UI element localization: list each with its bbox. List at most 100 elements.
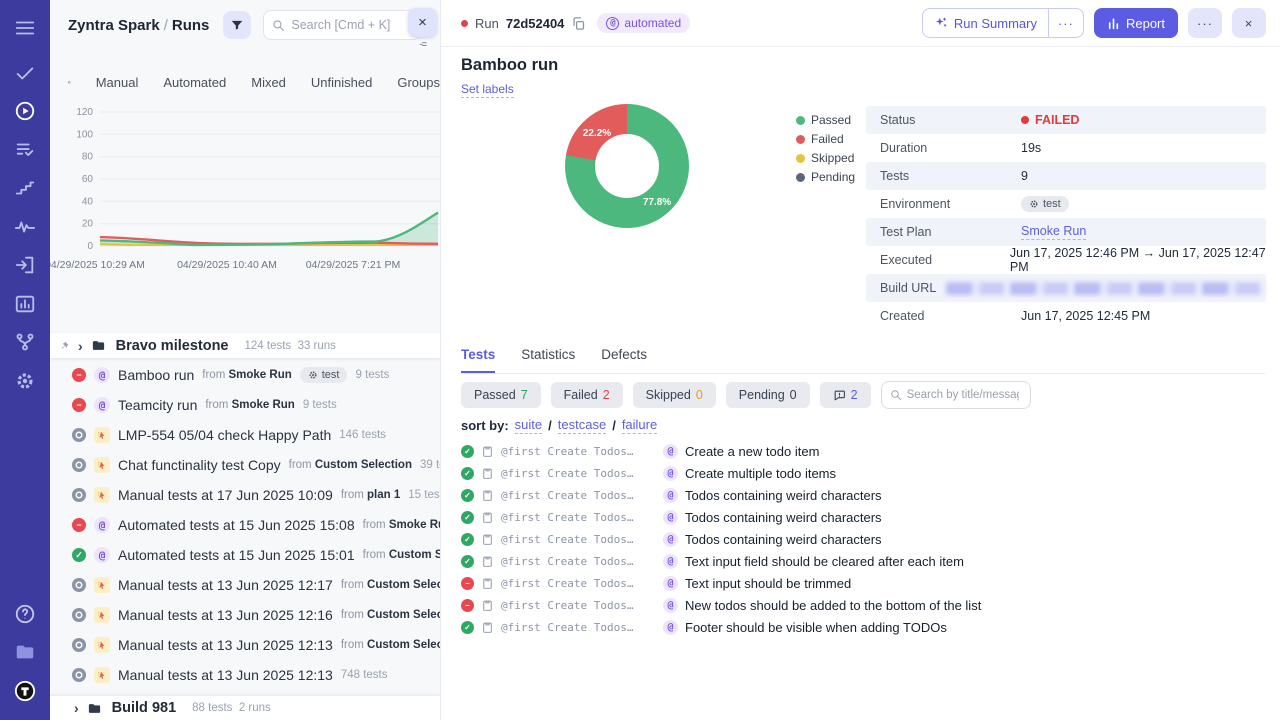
run-title[interactable]: Automated tests at 15 Jun 2025 15:01 [118, 547, 355, 563]
breadcrumb[interactable]: Zyntra Spark/Runs [68, 17, 209, 34]
filter-button[interactable] [223, 11, 251, 39]
milestone-row-bravo[interactable]: › Bravo milestone 124 tests 33 runs [50, 333, 440, 358]
sort-by-testcase-link[interactable]: testcase [558, 417, 606, 434]
runs-search[interactable] [263, 10, 421, 40]
analytics-icon[interactable] [14, 293, 36, 315]
test-row[interactable]: ✓ @first Create Todos… @ Todos containin… [461, 484, 1270, 506]
chevron-right-icon[interactable]: › [74, 700, 79, 716]
run-row[interactable]: LMP-554 05/04 check Happy Path 146 tests [50, 420, 440, 450]
tab-mixed[interactable]: Mixed [251, 75, 286, 90]
tab-manual[interactable]: Manual [96, 75, 139, 90]
run-row[interactable]: Manual tests at 13 Jun 2025 12:17 from C… [50, 570, 440, 600]
run-title[interactable]: Manual tests at 13 Jun 2025 12:17 [118, 577, 333, 593]
suite-path[interactable]: @first Create Todos… [501, 489, 656, 502]
test-title[interactable]: Create multiple todo items [685, 466, 836, 481]
select-all-icon[interactable] [68, 74, 71, 91]
run-title[interactable]: Manual tests at 13 Jun 2025 12:16 [118, 607, 333, 623]
breadcrumb-section[interactable]: Runs [172, 17, 210, 34]
filter-failed-chip[interactable]: Failed2 [551, 382, 623, 408]
pulse-icon[interactable] [14, 216, 36, 238]
import-icon[interactable] [14, 254, 36, 276]
test-row[interactable]: ✓ @first Create Todos… @ Create a new to… [461, 440, 1270, 462]
suite-path[interactable]: @first Create Todos… [501, 555, 656, 568]
report-button[interactable]: Report [1094, 8, 1178, 38]
test-row[interactable]: − @first Create Todos… @ Text input shou… [461, 572, 1270, 594]
suite-path[interactable]: @first Create Todos… [501, 599, 656, 612]
run-row[interactable]: −@ Automated tests at 15 Jun 2025 15:08 … [50, 510, 440, 540]
set-labels-link[interactable]: Set labels [461, 82, 514, 98]
milestone-name[interactable]: Bravo milestone [116, 338, 229, 354]
run-summary-button[interactable]: Run Summary ··· [922, 8, 1084, 38]
more-actions-button[interactable]: ··· [1188, 8, 1222, 38]
panel-collapse-icon[interactable]: -= [420, 39, 426, 49]
suite-path[interactable]: @first Create Todos… [501, 511, 656, 524]
test-row[interactable]: ✓ @first Create Todos… @ Create multiple… [461, 462, 1270, 484]
run-row[interactable]: Manual tests at 13 Jun 2025 12:16 from C… [50, 600, 440, 630]
test-title[interactable]: Todos containing weird characters [685, 488, 882, 503]
test-title[interactable]: Text input field should be cleared after… [685, 554, 964, 569]
test-title[interactable]: Footer should be visible when adding TOD… [685, 620, 947, 635]
run-title[interactable]: Chat functinality test Copy [118, 457, 281, 473]
runs-search-input[interactable] [291, 18, 401, 32]
test-row[interactable]: ✓ @first Create Todos… @ Footer should b… [461, 616, 1270, 638]
run-row[interactable]: ✓@ Automated tests at 15 Jun 2025 15:01 … [50, 540, 440, 570]
test-row[interactable]: ✓ @first Create Todos… @ Todos containin… [461, 528, 1270, 550]
help-icon[interactable] [14, 603, 36, 625]
breadcrumb-project[interactable]: Zyntra Spark [68, 17, 160, 34]
run-title[interactable]: Automated tests at 15 Jun 2025 15:08 [118, 517, 355, 533]
run-title[interactable]: Manual tests at 13 Jun 2025 12:13 [118, 667, 333, 683]
copy-icon[interactable] [571, 16, 586, 31]
close-run-button[interactable]: × [1232, 8, 1266, 38]
test-title[interactable]: Todos containing weird characters [685, 532, 882, 547]
run-title[interactable]: Bamboo run [118, 367, 194, 383]
run-title[interactable]: Manual tests at 13 Jun 2025 12:13 [118, 637, 333, 653]
test-plans-icon[interactable] [14, 139, 36, 161]
pin-icon[interactable] [58, 340, 70, 352]
filter-pending-chip[interactable]: Pending0 [726, 382, 810, 408]
milestones-steps-icon[interactable] [14, 177, 36, 199]
tab-defects[interactable]: Defects [601, 347, 647, 373]
tests-search-input[interactable] [907, 389, 1019, 401]
run-row[interactable]: −@ Bamboo run from Smoke Run test 9 test… [50, 360, 440, 390]
filter-comments-chip[interactable]: 2 [820, 382, 871, 408]
suite-path[interactable]: @first Create Todos… [501, 577, 656, 590]
filter-skipped-chip[interactable]: Skipped0 [633, 382, 716, 408]
run-row[interactable]: Chat functinality test Copy from Custom … [50, 450, 440, 480]
run-row[interactable]: Manual tests at 17 Jun 2025 10:09 from p… [50, 480, 440, 510]
tab-automated[interactable]: Automated [163, 75, 226, 90]
test-title[interactable]: Todos containing weird characters [685, 510, 882, 525]
run-summary-more-button[interactable]: ··· [1048, 9, 1083, 37]
filter-passed-chip[interactable]: Passed7 [461, 382, 541, 408]
run-row[interactable]: Manual tests at 13 Jun 2025 12:13 748 te… [50, 660, 440, 690]
run-title[interactable]: Teamcity run [118, 397, 197, 413]
tests-search[interactable] [881, 381, 1031, 409]
settings-gear-icon[interactable] [14, 370, 36, 392]
test-title[interactable]: New todos should be added to the bottom … [685, 598, 981, 613]
test-plan-link[interactable]: Smoke Run [1021, 224, 1086, 240]
suite-path[interactable]: @first Create Todos… [501, 445, 656, 458]
projects-folder-icon[interactable] [14, 641, 36, 663]
test-row[interactable]: ✓ @first Create Todos… @ Text input fiel… [461, 550, 1270, 572]
build-url-link-blurred[interactable] [946, 282, 1266, 295]
chevron-right-icon[interactable]: › [78, 338, 83, 354]
run-row[interactable]: −@ Teamcity run from Smoke Run 9 tests [50, 390, 440, 420]
test-row[interactable]: − @first Create Todos… @ New todos shoul… [461, 594, 1270, 616]
branches-icon[interactable] [14, 331, 36, 353]
suite-path[interactable]: @first Create Todos… [501, 533, 656, 546]
tab-tests[interactable]: Tests [461, 347, 495, 373]
app-logo[interactable] [14, 680, 36, 702]
test-title[interactable]: Create a new todo item [685, 444, 819, 459]
tab-statistics[interactable]: Statistics [521, 347, 575, 373]
panel-close-button[interactable]: × [408, 8, 437, 37]
suite-path[interactable]: @first Create Todos… [501, 621, 656, 634]
runs-play-icon[interactable] [14, 100, 36, 122]
run-title[interactable]: LMP-554 05/04 check Happy Path [118, 427, 331, 443]
test-title[interactable]: Text input should be trimmed [685, 576, 851, 591]
milestone-row-build[interactable]: › Build 981 88 tests 2 runs [50, 696, 440, 720]
tab-unfinished[interactable]: Unfinished [311, 75, 372, 90]
test-row[interactable]: ✓ @first Create Todos… @ Todos containin… [461, 506, 1270, 528]
sort-by-suite-link[interactable]: suite [515, 417, 542, 434]
tab-groups[interactable]: Groups [397, 75, 440, 90]
sort-by-failure-link[interactable]: failure [622, 417, 657, 434]
milestone-name[interactable]: Build 981 [112, 700, 176, 716]
